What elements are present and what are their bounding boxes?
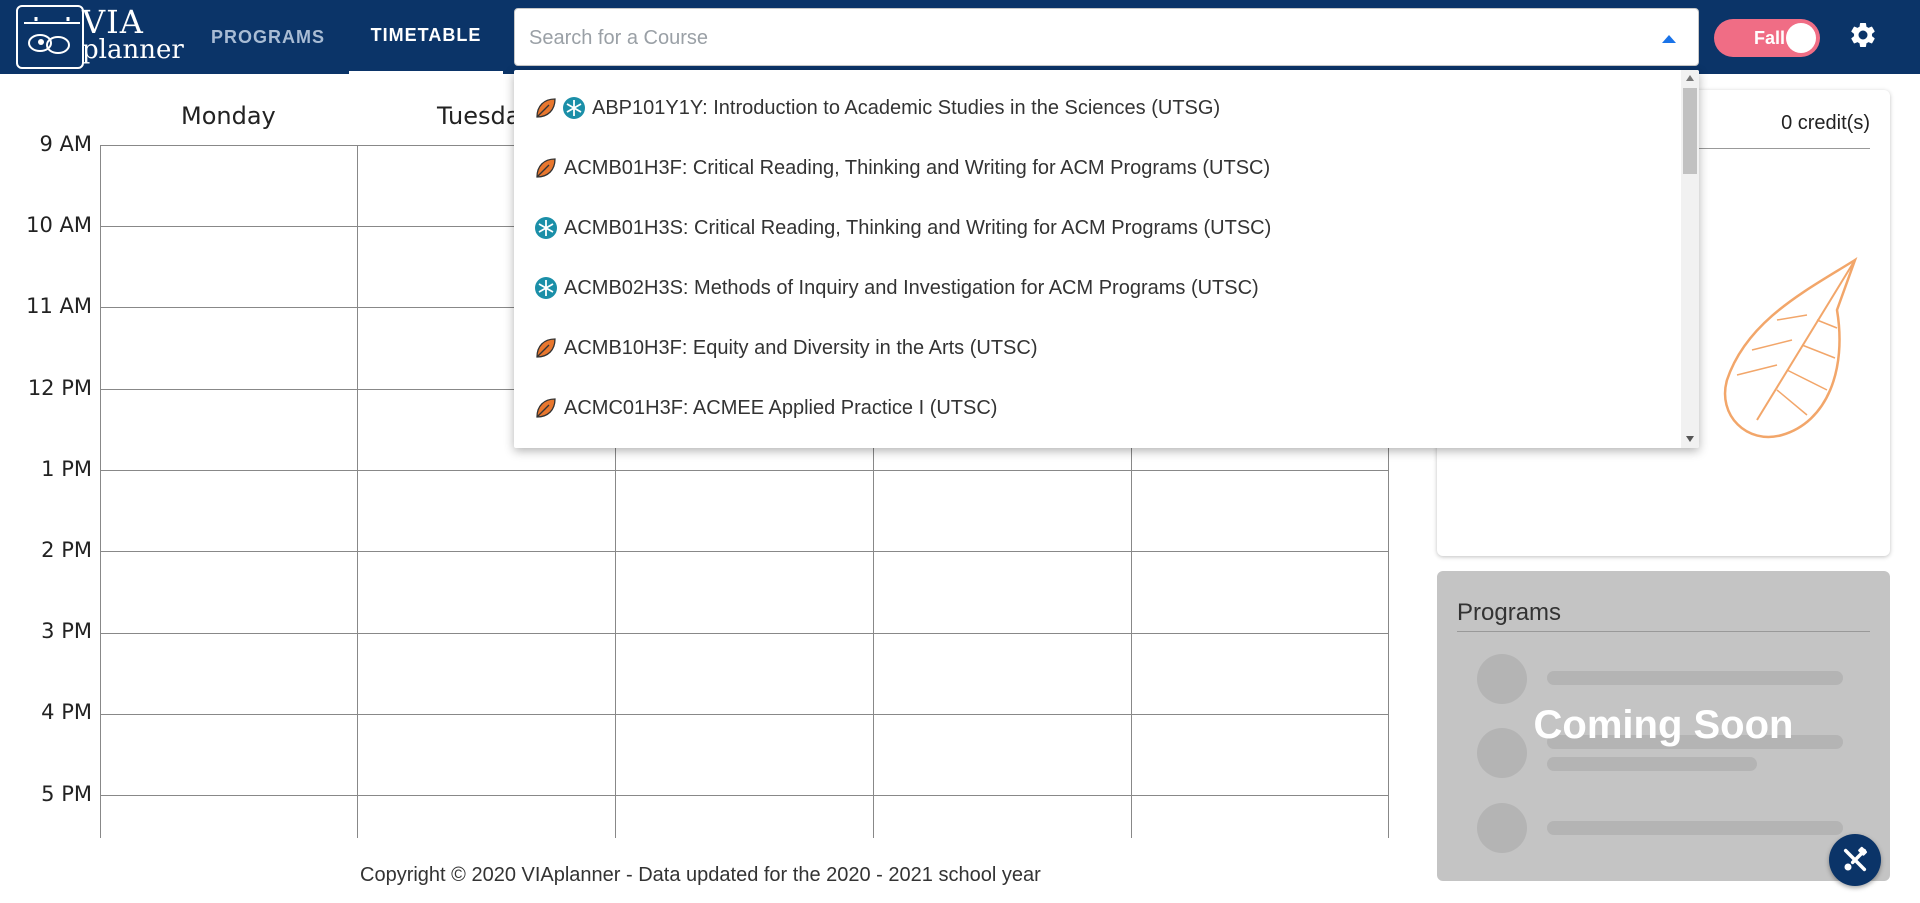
dropdown-option[interactable]: ACMB01H3S: Critical Reading, Thinking an… (514, 198, 1680, 258)
leaf-icon (536, 338, 556, 358)
scroll-thumb[interactable] (1683, 88, 1697, 174)
grid-line (357, 145, 358, 838)
time-label: 4 PM (41, 700, 92, 724)
grid-line (100, 795, 1389, 796)
tools-fab-button[interactable] (1829, 834, 1881, 886)
dropdown-option[interactable]: ACMB10H3F: Equity and Diversity in the A… (514, 318, 1680, 378)
time-label: 5 PM (41, 782, 92, 806)
dropdown-option-label: ACMC01H3F: ACMEE Applied Practice I (UTS… (564, 396, 998, 419)
time-label: 2 PM (41, 538, 92, 562)
time-label: 9 AM (39, 132, 92, 156)
dropdown-option[interactable]: ACMB01H3F: Critical Reading, Thinking an… (514, 138, 1680, 198)
toggle-knob (1786, 23, 1816, 53)
logo-calendar-icon (16, 5, 84, 69)
tab-timetable[interactable]: TIMETABLE (349, 0, 503, 74)
leaf-icon (536, 398, 556, 418)
time-label: 12 PM (27, 376, 92, 400)
scroll-down-arrow-icon[interactable] (1686, 436, 1694, 442)
leaf-icon (536, 98, 556, 118)
term-toggle-label: Fall (1754, 28, 1786, 48)
logo-line2: planner (82, 35, 184, 65)
tools-icon (1843, 846, 1868, 872)
snowflake-icon (535, 277, 557, 299)
grid-line (100, 714, 1389, 715)
dropdown-option[interactable]: ACMB02H3S: Methods of Inquiry and Invest… (514, 258, 1680, 318)
scroll-up-arrow-icon[interactable] (1686, 75, 1694, 81)
course-search[interactable] (514, 8, 1699, 66)
footer-copyright: Copyright © 2020 VIAplanner - Data updat… (360, 864, 1041, 886)
time-label: 1 PM (41, 457, 92, 481)
placeholder-avatar (1477, 654, 1527, 704)
gear-icon[interactable] (1848, 20, 1878, 54)
grid-line (100, 470, 1389, 471)
programs-panel: Programs Coming Soon (1437, 571, 1890, 881)
grid-line (100, 145, 101, 838)
dropdown-scrollbar[interactable] (1681, 70, 1699, 448)
search-input[interactable] (529, 17, 1629, 59)
time-label: 10 AM (26, 213, 92, 237)
dropdown-option-label: ACMB01H3F: Critical Reading, Thinking an… (564, 156, 1271, 179)
dropdown-option-label: ABP101Y1Y: Introduction to Academic Stud… (592, 96, 1221, 119)
grid-line (100, 551, 1389, 552)
logo-line1: VIA (82, 3, 144, 41)
placeholder-bar (1547, 757, 1757, 771)
course-dropdown: ABP101Y1Y: Introduction to Academic Stud… (514, 70, 1699, 448)
coming-soon-overlay: Coming Soon (1533, 703, 1794, 747)
dropdown-option-label: ACMB10H3F: Equity and Diversity in the A… (564, 336, 1038, 359)
snowflake-icon (535, 217, 557, 239)
app-logo[interactable]: VIA planner (16, 3, 184, 70)
divider (1457, 631, 1870, 632)
app-header: VIA planner PROGRAMS TIMETABLE Fall (0, 0, 1920, 74)
placeholder-avatar (1477, 803, 1527, 853)
dropdown-caret-icon[interactable] (1662, 35, 1676, 43)
credits-count: 0 credit(s) (1781, 112, 1870, 134)
dropdown-option[interactable]: ABP101Y1Y: Introduction to Academic Stud… (514, 78, 1680, 138)
programs-title: Programs (1457, 599, 1562, 626)
tab-programs[interactable]: PROGRAMS (200, 0, 336, 74)
autumn-leaf-illustration (1687, 250, 1867, 455)
time-label: 3 PM (41, 619, 92, 643)
grid-line (100, 633, 1389, 634)
snowflake-icon (563, 97, 585, 119)
term-toggle[interactable]: Fall (1714, 19, 1820, 57)
time-label: 11 AM (26, 294, 92, 318)
logo-text: VIA planner (82, 3, 184, 65)
placeholder-bar (1547, 821, 1843, 835)
dropdown-option-label: ACMB02H3S: Methods of Inquiry and Invest… (564, 276, 1259, 299)
dropdown-option[interactable]: ACMC01H3F: ACMEE Applied Practice I (UTS… (514, 378, 1680, 438)
day-header-monday: Monday (181, 102, 276, 130)
placeholder-bar (1547, 671, 1843, 685)
leaf-icon (536, 158, 556, 178)
dropdown-option-label: ACMB01H3S: Critical Reading, Thinking an… (564, 216, 1272, 239)
